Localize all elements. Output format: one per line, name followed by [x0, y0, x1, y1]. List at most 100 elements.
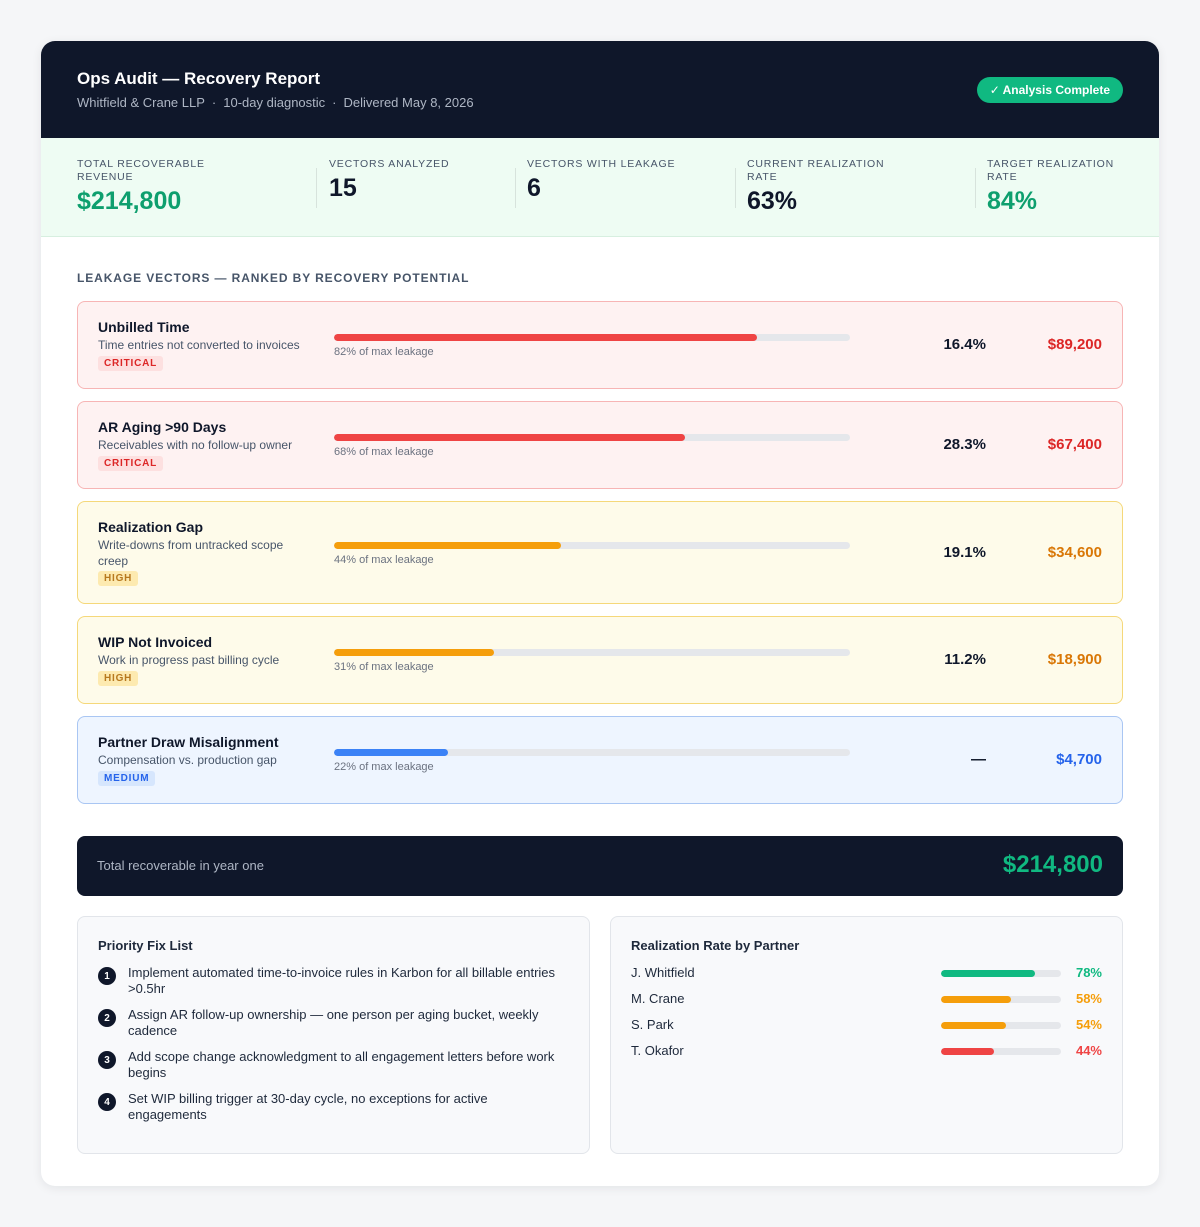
status-badge: ✓ Analysis Complete [976, 77, 1123, 103]
partner-bar-track [941, 1048, 1061, 1055]
partner-name: S. Park [631, 1017, 674, 1032]
fix-number-badge: 2 [98, 1009, 116, 1027]
stat-label: Total Recoverable Revenue [77, 158, 205, 183]
severity-badge: HIGH [98, 571, 139, 586]
fix-text: Implement automated time-to-invoice rule… [128, 965, 556, 996]
partner-realization-title: Realization Rate by Partner [631, 938, 800, 953]
vector-amount: $89,200 [1047, 336, 1102, 353]
engagement-scope: 10-day diagnostic [223, 95, 326, 110]
vector-amount: $67,400 [1047, 436, 1102, 453]
leakage-bar-fill [334, 649, 494, 656]
vector-name: Unbilled Time [98, 319, 190, 335]
report-title: Ops Audit — Recovery Report [77, 69, 321, 88]
leakage-vector-row[interactable]: Partner Draw Misalignment Compensation vs… [77, 716, 1123, 804]
vector-name: WIP Not Invoiced [98, 634, 213, 650]
partner-rate-value: 54% [1075, 1017, 1102, 1032]
partner-name: M. Crane [631, 991, 685, 1006]
stat-divider [515, 168, 516, 208]
stat-divider [735, 168, 736, 208]
stat-block: Current Realization Rate 63% [747, 158, 897, 216]
leakage-bar-track [334, 334, 850, 341]
meta-separator: · [332, 95, 337, 110]
partner-row: M. Crane 58% [631, 991, 1102, 1007]
severity-badge: MEDIUM [98, 771, 156, 786]
stat-value: 84% [987, 187, 1038, 215]
partner-row: T. Okafor 44% [631, 1043, 1102, 1059]
vector-description: Receivables with no follow-up owner [98, 438, 293, 452]
leakage-bar-caption: 68% of max leakage [334, 446, 434, 458]
priority-fix-item: 4 Set WIP billing trigger at 30-day cycle… [98, 1091, 558, 1123]
summary-stats: Total Recoverable Revenue $214,800 Vectors… [41, 138, 1159, 237]
vector-percent: 28.3% [943, 436, 986, 453]
report-header: Ops Audit — Recovery Report Whitfield & … [41, 41, 1159, 138]
stat-divider [316, 168, 317, 208]
vector-name: Partner Draw Misalignment [98, 734, 279, 750]
stat-block: Vectors Analyzed 15 [329, 158, 479, 203]
report-card: Ops Audit — Recovery Report Whitfield & … [41, 41, 1159, 1186]
partner-row: J. Whitfield 78% [631, 965, 1102, 981]
total-recoverable-banner: Total recoverable in year one $214,800 [77, 836, 1123, 896]
section-title: Leakage Vectors — Ranked by Recovery Pot… [77, 271, 470, 285]
client-name: Whitfield & Crane LLP [77, 95, 205, 110]
leakage-bar-fill [334, 434, 685, 441]
leakage-bar-caption: 82% of max leakage [334, 346, 434, 358]
stat-label: Target Realization Rate [987, 158, 1114, 183]
partner-realization-panel: Realization Rate by Partner J. Whitfield… [610, 916, 1123, 1154]
stat-label: Vectors With Leakage [527, 158, 676, 170]
partner-bar-fill [941, 1022, 1006, 1029]
stat-value: 6 [527, 174, 541, 202]
partner-bar-fill [941, 1048, 994, 1055]
stat-value: 63% [747, 187, 798, 215]
total-label: Total recoverable in year one [97, 858, 264, 873]
leakage-bar-track [334, 649, 850, 656]
partner-rate-value: 44% [1075, 1043, 1102, 1058]
leakage-vector-row[interactable]: AR Aging >90 Days Receivables with no fol… [77, 401, 1123, 489]
vector-amount: $34,600 [1047, 543, 1102, 561]
vector-description: Compensation vs. production gap [98, 753, 277, 767]
partner-bar-track [941, 1022, 1061, 1029]
leakage-bar-fill [334, 749, 448, 756]
leakage-bar-fill [334, 541, 562, 549]
fix-number-badge: 4 [98, 1093, 116, 1111]
leakage-vector-row[interactable]: Realization Gap Write-downs from untracke… [77, 501, 1123, 604]
vector-amount: $18,900 [1047, 651, 1102, 668]
leakage-bar-fill [334, 334, 758, 341]
leakage-bar-track [334, 749, 850, 756]
vector-name: Realization Gap [98, 519, 204, 535]
leakage-vector-row[interactable]: WIP Not Invoiced Work in progress past bi… [77, 616, 1123, 704]
leakage-vector-row[interactable]: Unbilled Time Time entries not converted … [77, 301, 1123, 389]
total-value: $214,800 [1002, 851, 1103, 878]
priority-fix-panel: Priority Fix List 1 Implement automated t… [77, 916, 590, 1154]
leakage-bar-caption: 31% of max leakage [334, 661, 434, 673]
severity-badge: HIGH [98, 671, 139, 686]
leakage-bar-track [334, 434, 850, 441]
fix-text: Add scope change acknowledgment to all e… [128, 1049, 555, 1080]
fix-text: Set WIP billing trigger at 30-day cycle,… [128, 1091, 488, 1122]
delivered-date: Delivered May 8, 2026 [343, 95, 474, 110]
stat-divider [975, 168, 976, 208]
partner-bar-track [941, 996, 1061, 1003]
leakage-bar-track [334, 541, 850, 549]
priority-fix-item: 1 Implement automated time-to-invoice rul… [98, 965, 558, 997]
fix-number-badge: 3 [98, 1051, 116, 1069]
vector-description: Write-downs from untracked scope creep [98, 538, 284, 568]
fix-text: Assign AR follow-up ownership — one pers… [128, 1007, 539, 1038]
priority-fix-item: 3 Add scope change acknowledgment to all … [98, 1049, 558, 1081]
vector-description: Work in progress past billing cycle [98, 653, 280, 667]
leakage-vectors-list: Unbilled Time Time entries not converted … [77, 301, 1123, 816]
severity-badge: CRITICAL [98, 456, 164, 471]
vector-name: AR Aging >90 Days [98, 419, 227, 435]
report-meta: Whitfield & Crane LLP · 10-day diagnosti… [77, 95, 1123, 110]
stat-label: Current Realization Rate [747, 158, 885, 183]
partner-bar-fill [941, 970, 1035, 977]
vector-percent: 11.2% [944, 651, 986, 668]
partner-bar-track [941, 970, 1061, 977]
vector-percent: 19.1% [943, 543, 986, 561]
priority-fix-title: Priority Fix List [98, 938, 193, 953]
partner-rate-value: 58% [1075, 991, 1102, 1006]
fix-number-badge: 1 [98, 967, 116, 985]
stat-block: Vectors With Leakage 6 [527, 158, 677, 203]
meta-separator: · [211, 95, 217, 110]
stat-value: $214,800 [77, 187, 182, 215]
partner-row: S. Park 54% [631, 1017, 1102, 1033]
